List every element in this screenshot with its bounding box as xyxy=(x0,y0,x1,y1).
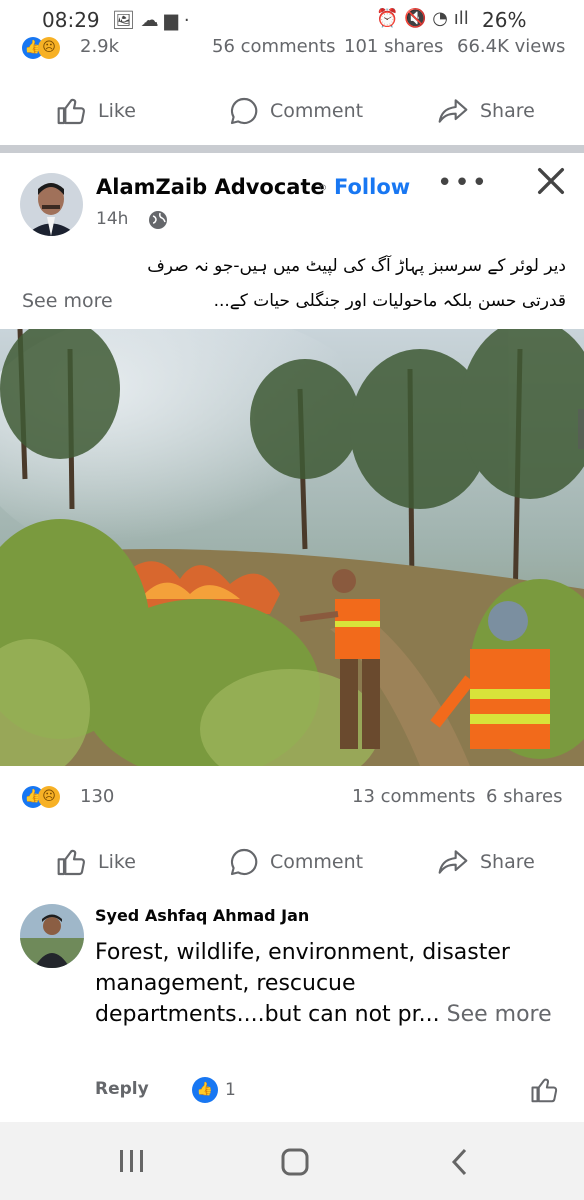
reply-button[interactable]: Reply xyxy=(95,1079,149,1099)
comment-body: Forest, wildlife, environment, disaster … xyxy=(95,937,555,1030)
comment-label: Comment xyxy=(270,851,364,873)
post-author-name[interactable]: AlamZaib Advocate xyxy=(96,175,325,199)
system-nav-bar xyxy=(0,1122,584,1200)
status-bar: 08:29 🖼 ☁ ▆ · ⏰ 🔇 ◔ ıll 26% xyxy=(0,0,584,38)
prev-post-actions: Like Comment Share xyxy=(0,83,584,139)
share-icon xyxy=(438,850,468,874)
see-more-link[interactable]: See more xyxy=(22,290,113,312)
recent-apps-icon[interactable] xyxy=(118,1148,146,1178)
post-like-button[interactable]: Like xyxy=(56,834,136,890)
views-count: 66.4K views xyxy=(457,36,566,57)
commenter-avatar[interactable] xyxy=(20,904,84,968)
system-icons: ⏰ 🔇 ◔ ıll xyxy=(376,8,469,29)
post-shares-count[interactable]: 6 shares xyxy=(486,786,562,807)
post-text-line1: دیر لوئر کے سرسبز پہاڑ آگ کی لپیٹ میں ہی… xyxy=(147,256,566,276)
comment-button[interactable]: Comment xyxy=(228,83,363,139)
comment-icon xyxy=(230,97,258,125)
post-divider xyxy=(0,145,584,153)
public-globe-icon xyxy=(148,210,168,234)
comment-see-more[interactable]: See more xyxy=(447,1002,552,1027)
shares-count[interactable]: 101 shares xyxy=(344,36,443,57)
post-share-button[interactable]: Share xyxy=(436,834,535,890)
like-label: Like xyxy=(98,100,136,122)
follow-button[interactable]: Follow xyxy=(334,175,410,199)
sad-reaction-icon: ☹ xyxy=(38,37,60,59)
status-time: 08:29 xyxy=(42,8,100,32)
comment-like-count: 1 xyxy=(225,1080,236,1100)
comment-like-reaction[interactable]: 👍 xyxy=(192,1077,218,1103)
comment-like-button[interactable] xyxy=(530,1075,560,1109)
post-actions: Like Comment Share xyxy=(0,834,584,890)
share-button[interactable]: Share xyxy=(436,83,535,139)
prev-post-stats: 👍☹ 2.9k 56 comments 101 shares 66.4K vie… xyxy=(0,34,584,62)
reactions-count[interactable]: 2.9k xyxy=(80,36,119,57)
post-text-line2: قدرتی حسن بلکہ ماحولیات اور جنگلی حیات ک… xyxy=(213,291,566,311)
commenter-name[interactable]: Syed Ashfaq Ahmad Jan xyxy=(95,906,309,925)
notification-icons: 🖼 ☁ ▆ · xyxy=(112,10,190,31)
post-reaction-icons[interactable]: 👍☹ xyxy=(22,785,60,808)
post-photo[interactable] xyxy=(0,329,584,766)
dot-separator: ◦ xyxy=(317,176,329,200)
thumbs-up-icon xyxy=(57,98,85,125)
battery-level: 26% xyxy=(482,8,527,32)
sad-reaction-icon: ☹ xyxy=(38,786,60,808)
share-label: Share xyxy=(480,851,535,873)
like-label: Like xyxy=(98,851,136,873)
thumbs-up-icon xyxy=(531,1078,558,1103)
share-icon xyxy=(438,99,468,123)
like-button[interactable]: Like xyxy=(56,83,136,139)
reaction-icons[interactable]: 👍☹ xyxy=(22,36,60,59)
back-icon[interactable] xyxy=(450,1147,470,1181)
post-comments-count[interactable]: 13 comments xyxy=(352,786,476,807)
more-options-icon[interactable]: ••• xyxy=(437,168,489,198)
home-icon[interactable] xyxy=(280,1147,310,1181)
close-icon[interactable] xyxy=(534,164,568,202)
comment-label: Comment xyxy=(270,100,364,122)
comment-icon xyxy=(230,848,258,876)
comments-count[interactable]: 56 comments xyxy=(212,36,336,57)
post-reactions-count[interactable]: 130 xyxy=(80,786,114,807)
post-time[interactable]: 14h xyxy=(96,209,128,229)
author-avatar[interactable] xyxy=(20,173,83,236)
thumbs-up-icon xyxy=(57,849,85,876)
share-label: Share xyxy=(480,100,535,122)
post-comment-button[interactable]: Comment xyxy=(228,834,363,890)
like-reaction-icon: 👍 xyxy=(192,1077,218,1103)
